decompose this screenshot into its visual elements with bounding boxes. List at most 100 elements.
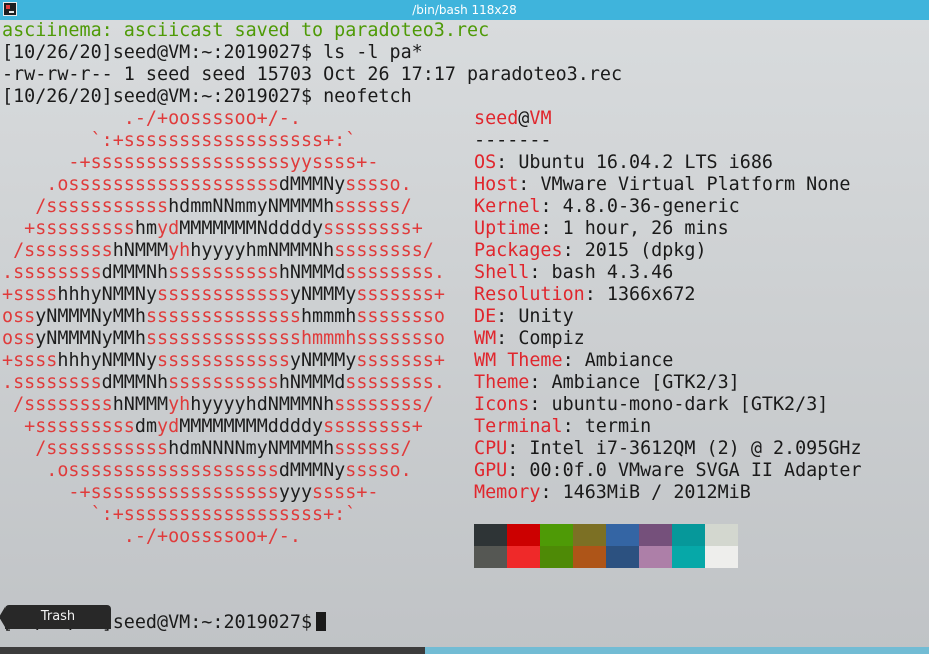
logo-red-segment: ssssssso (356, 306, 445, 327)
info-value: Ambiance (584, 350, 674, 371)
logo-red-segment: .-/+oossssoo+/-. (2, 108, 301, 129)
logo-red-segment: `:+ssssssssssssssssss+:` (2, 130, 357, 151)
logo-dark-segment: hdmNNNNmyNMMMMh (168, 438, 335, 459)
info-key: Host (474, 174, 519, 195)
info-key: Terminal (474, 416, 563, 437)
logo-dark-segment: hyyyyhdNMMMNh (190, 394, 335, 415)
logo-red-segment: ssssss/ (334, 438, 412, 459)
logo-line: -+sssssssssssssssssyyyssss+- (2, 482, 378, 504)
info-value: 1 hour, 26 mins (562, 218, 729, 239)
logo-red-segment: ssssssssss (168, 262, 279, 283)
info-value: VMware Virtual Platform None (540, 174, 851, 195)
info-row: Packages: 2015 (dpkg) (474, 240, 707, 261)
logo-dark-segment: yNMMMy (289, 350, 357, 371)
info-value: Compiz (518, 328, 585, 349)
terminal-output[interactable]: asciinema: asciicast saved to paradoteo3… (0, 20, 929, 654)
info-key: CPU (474, 438, 508, 459)
logo-red-segment: ssssssssssss (157, 284, 290, 305)
info-row: CPU: Intel i7-3612QM (2) @ 2.095GHz (474, 438, 862, 459)
window-titlebar[interactable]: /bin/bash 118x28 (0, 0, 929, 20)
username: seed (474, 108, 519, 129)
logo-red-segment: sssso. (345, 460, 412, 481)
palette-swatch (507, 524, 540, 546)
logo-line: +sssshhhyNMMNyssssssssssssyNMMMysssssss+ (2, 284, 445, 306)
palette-swatch (672, 524, 705, 546)
info-value: 00:0f.0 VMware SVGA II Adapter (529, 460, 862, 481)
logo-red-segment: ssssssss/ (334, 394, 434, 415)
info-row: Resolution: 1366x672 (474, 284, 696, 305)
info-row: Shell: bash 4.3.46 (474, 262, 674, 283)
logo-line: /sssssssshNMMMyhhyyyyhdNMMMNhssssssss/ (2, 394, 434, 416)
palette-swatch (507, 546, 540, 568)
logo-dark-segment: dm (134, 416, 158, 437)
at-sign: @ (518, 108, 530, 129)
info-value: bash 4.3.46 (551, 262, 674, 283)
info-row: WM Theme: Ambiance (474, 350, 674, 371)
info-row: GPU: 00:0f.0 VMware SVGA II Adapter (474, 460, 862, 481)
logo-red-segment: -+ssssssssssssssssssyyssss+- (2, 152, 379, 173)
info-key: Icons (474, 394, 530, 415)
info-row: Memory: 1463MiB / 2012MiB (474, 482, 751, 503)
logo-red-segment: ssssssss+ (323, 218, 423, 239)
info-value: Unity (518, 306, 574, 327)
logo-dark-segment: MMMMMMMNddddy (179, 218, 324, 239)
info-key: GPU (474, 460, 508, 481)
user-host-line: seed@VM (474, 108, 552, 130)
logo-dark-segment: yyy (278, 482, 313, 503)
logo-red-segment: .osssssssssssssssssss (2, 460, 279, 481)
logo-line: /ssssssssssshdmmNNmmyNMMMMhssssss/ (2, 196, 412, 218)
info-key: Theme (474, 372, 530, 393)
bottom-panel-highlight (425, 647, 929, 654)
command-line-ls: [10/26/20]seed@VM:~:2019027$ ls -l pa* (2, 42, 423, 63)
logo-line: .ssssssssdMMMNhsssssssssshNMMMdssssssss. (2, 262, 445, 284)
palette-swatch (705, 524, 738, 546)
logo-line: .-/+oossssoo+/-. (2, 108, 301, 130)
logo-red-segment: yh (168, 240, 191, 261)
logo-line: .-/+oossssoo+/-. (2, 526, 301, 548)
logo-dark-segment: hdmmNNmmyNMMMMh (168, 196, 335, 217)
trash-tooltip: Trash (0, 605, 111, 629)
info-separator: ------- (474, 130, 552, 151)
logo-red-segment: sssssssssssssshmmmhssssssso (145, 328, 445, 349)
logo-dark-segment: MMMMMMMMddddy (179, 416, 324, 437)
info-value: termin (584, 416, 652, 437)
palette-swatch (606, 546, 639, 568)
logo-dark-segment: dMMMNh (101, 262, 169, 283)
palette-swatch (606, 524, 639, 546)
logo-red-segment: /ssssssss (2, 240, 113, 261)
info-key: DE (474, 306, 497, 327)
logo-dark-segment: dMMMNh (101, 372, 169, 393)
palette-swatch (573, 546, 606, 568)
logo-dark-segment: hhhyNMMNy (57, 284, 158, 305)
logo-red-segment: .ssssssss (2, 372, 102, 393)
logo-red-segment: -+sssssssssssssssss (2, 482, 279, 503)
logo-red-segment: yd (157, 416, 180, 437)
logo-line: ossyNMMMNyMMhsssssssssssssshmmmhssssssso (2, 306, 445, 328)
logo-line: `:+ssssssssssssssssss+:` (2, 130, 357, 152)
logo-red-segment: +sssssssss (2, 218, 135, 239)
logo-line: .osssssssssssssssssssdMMMNysssso. (2, 460, 412, 482)
hostname: VM (529, 108, 552, 129)
logo-dark-segment: hyyyyhmNMMMNh (190, 240, 335, 261)
logo-line: +ssssssssshmydMMMMMMMNddddyssssssss+ (2, 218, 423, 240)
logo-red-segment: .ssssssss (2, 262, 102, 283)
logo-red-segment: ssss+- (312, 482, 379, 503)
logo-red-segment: ssssssss. (345, 372, 445, 393)
logo-red-segment: yh (168, 394, 191, 415)
logo-red-segment: +ssss (2, 350, 58, 371)
window-title: /bin/bash 118x28 (412, 3, 517, 17)
logo-dark-segment: dMMMNy (278, 460, 346, 481)
logo-line: .ssssssssdMMMNhsssssssssshNMMMdssssssss. (2, 372, 445, 394)
logo-red-segment: ssssssss. (345, 262, 445, 283)
info-value: 4.8.0-36-generic (562, 196, 740, 217)
logo-red-segment: .-/+oossssoo+/-. (2, 526, 301, 547)
info-key: Memory (474, 482, 541, 503)
logo-red-segment: sssssss+ (356, 350, 445, 371)
info-key: WM (474, 328, 497, 349)
info-key: WM Theme (474, 350, 563, 371)
logo-red-segment: .osssssssssssssssssss (2, 174, 279, 195)
logo-red-segment: +sssssssss (2, 416, 135, 437)
logo-red-segment: /sssssssssss (2, 196, 169, 217)
info-value: 2015 (dpkg) (584, 240, 707, 261)
logo-dark-segment: yNMMMy (289, 284, 357, 305)
